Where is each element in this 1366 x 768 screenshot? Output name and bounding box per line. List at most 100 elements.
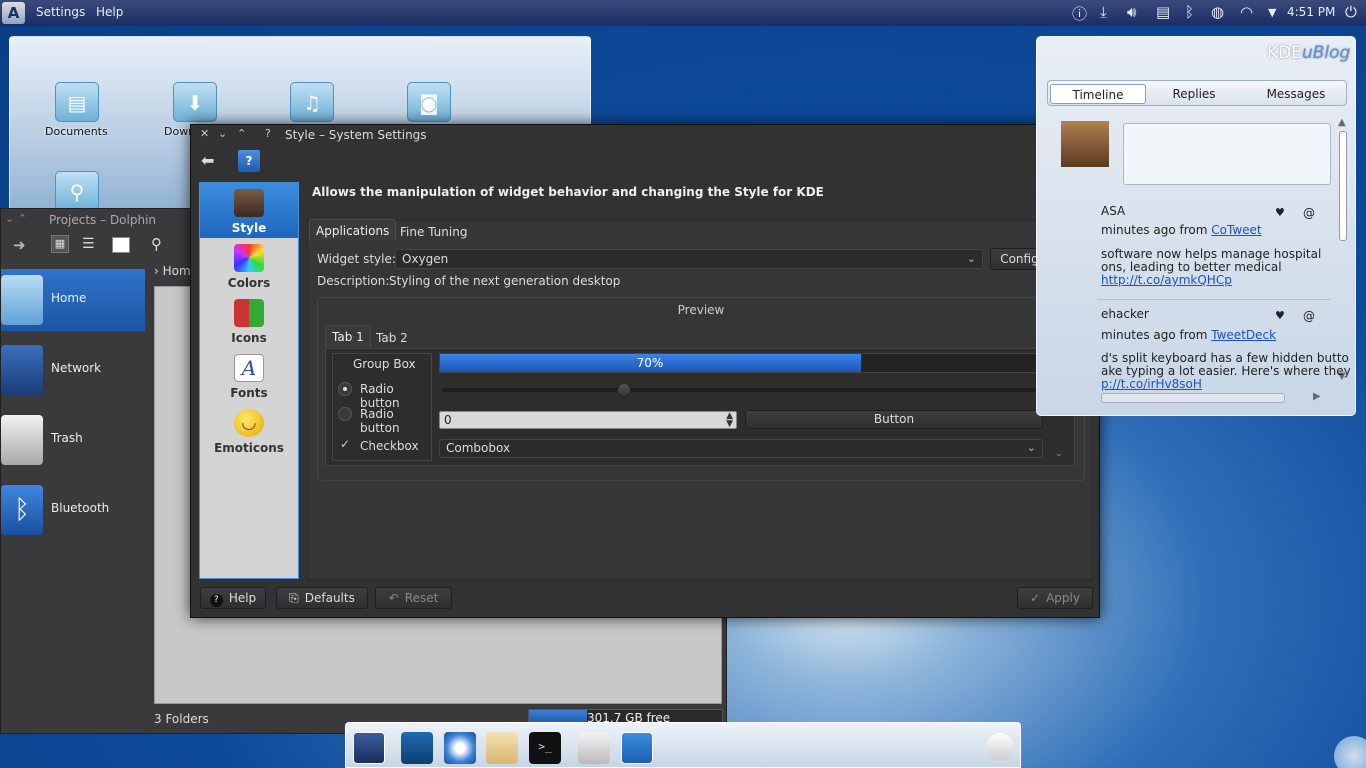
radio-unchecked[interactable]: [338, 407, 352, 421]
music-icon[interactable]: ♫: [290, 82, 334, 122]
tab-messages[interactable]: Messages: [1248, 84, 1344, 104]
microblog-scrollbar[interactable]: ▲ ▼: [1337, 117, 1349, 387]
menu-help[interactable]: Help: [96, 5, 123, 19]
help-button-icon[interactable]: ?: [238, 150, 260, 172]
wifi-icon[interactable]: ◠: [1240, 3, 1253, 21]
back-icon[interactable]: ⬅: [201, 151, 214, 170]
close-icon[interactable]: ✕: [200, 127, 209, 140]
microblog-widget: KDEuBlog Timeline Replies Messages ▲ ▼ A…: [1036, 36, 1356, 416]
preview-tab-page: Group Box Radio button Radio button ✓ Ch…: [325, 348, 1075, 466]
microblog-tabs: Timeline Replies Messages: [1047, 80, 1347, 106]
category-label: Emoticons: [214, 441, 284, 455]
category-fonts[interactable]: A Fonts: [200, 348, 298, 403]
compose-box[interactable]: [1123, 123, 1331, 185]
spin-arrows-icon[interactable]: ▲ ▼: [726, 412, 733, 429]
spinbox[interactable]: 0 ▲ ▼: [439, 411, 737, 429]
clipboard-icon[interactable]: ▤: [1156, 3, 1170, 21]
cashew-icon[interactable]: [1334, 736, 1366, 768]
scroll-handle[interactable]: [1339, 131, 1347, 241]
icons-view-icon[interactable]: ▦: [51, 235, 69, 253]
place-bluetooth[interactable]: ᛒ Bluetooth: [1, 479, 145, 541]
slider-track[interactable]: [442, 388, 1040, 392]
power-icon[interactable]: ⏻: [1345, 3, 1357, 21]
tab-applications[interactable]: Applications: [309, 219, 397, 241]
info-icon[interactable]: ⓘ: [1072, 3, 1087, 24]
kde-launcher-icon[interactable]: A: [2, 2, 25, 24]
search-icon[interactable]: ⚲: [151, 235, 162, 253]
camera-icon[interactable]: ◙: [407, 82, 451, 122]
heart-icon[interactable]: ♥: [1275, 206, 1285, 219]
window-controls[interactable]: ⌄ ⌃: [5, 212, 27, 225]
download-icon[interactable]: ⬇: [173, 82, 217, 122]
maximize-icon[interactable]: ⌃: [237, 127, 246, 140]
title-bar: ✕ ⌄ ⌃ ? Style – System Settings ✕: [191, 125, 1099, 145]
minimize-icon[interactable]: ⌄: [218, 127, 227, 140]
horizontal-scrollbar[interactable]: [1101, 393, 1285, 403]
scroll-down-icon[interactable]: ⌄: [1055, 449, 1063, 459]
reply-icon[interactable]: @: [1303, 309, 1315, 323]
split-view-icon[interactable]: [112, 237, 130, 253]
heart-icon[interactable]: ♥: [1275, 309, 1285, 322]
terminal-icon[interactable]: >_: [529, 732, 561, 764]
mail-app-icon[interactable]: [486, 732, 518, 764]
compass-app-icon[interactable]: [444, 732, 476, 764]
volume-icon[interactable]: 🔊︎: [1127, 3, 1136, 21]
scroll-right-icon[interactable]: ▶: [1313, 391, 1321, 402]
network-icon[interactable]: ◍: [1211, 3, 1224, 21]
bluetooth-icon[interactable]: ᛒ: [1185, 3, 1194, 21]
post-divider: [1097, 299, 1331, 300]
document-icon[interactable]: ▤: [55, 82, 99, 122]
preview-tab-1[interactable]: Tab 1: [325, 325, 371, 347]
checkbox-label: Checkbox: [360, 439, 419, 453]
help-button[interactable]: ? Help: [200, 587, 266, 609]
tab-replies[interactable]: Replies: [1146, 84, 1242, 104]
preview-button[interactable]: Button: [745, 410, 1043, 429]
post-link[interactable]: http://t.co/aymkQHCp: [1101, 273, 1232, 287]
defaults-button[interactable]: ⎘ Defaults: [276, 587, 368, 609]
place-trash[interactable]: Trash: [1, 409, 145, 471]
post-link[interactable]: p://t.co/irHv8soH: [1101, 377, 1202, 391]
details-view-icon[interactable]: ☰: [82, 236, 95, 252]
place-home[interactable]: Home: [1, 269, 145, 331]
place-label: Trash: [51, 431, 83, 445]
trash-icon[interactable]: [986, 733, 1014, 761]
pen-app-icon[interactable]: [353, 732, 385, 764]
widget-style-select[interactable]: Oxygen ⌄: [395, 249, 983, 269]
checkbox[interactable]: ✓: [340, 437, 350, 451]
editor-app-icon[interactable]: [578, 732, 610, 764]
brand-tail: uBlog: [1301, 43, 1351, 63]
tab-timeline[interactable]: Timeline: [1050, 84, 1146, 104]
scroll-up-icon[interactable]: ▲: [1338, 117, 1346, 128]
radio-label-2: Radio button: [360, 407, 400, 435]
breadcrumb[interactable]: › Hom: [154, 264, 191, 278]
preview-tab-2[interactable]: Tab 2: [370, 327, 414, 349]
tab-fine-tuning[interactable]: Fine Tuning: [394, 221, 473, 243]
category-style[interactable]: Style: [200, 183, 298, 238]
menu-settings[interactable]: Settings: [36, 5, 85, 19]
defaults-label: Defaults: [304, 591, 355, 605]
post-time: minutes ago from: [1101, 223, 1212, 237]
category-colors[interactable]: Colors: [200, 238, 298, 293]
clock[interactable]: 4:51 PM: [1287, 5, 1335, 19]
chevron-down-icon[interactable]: ▼: [1268, 6, 1276, 19]
radio-checked[interactable]: [338, 382, 352, 396]
reset-button[interactable]: ↶ Reset: [375, 587, 452, 609]
category-emoticons[interactable]: ◡ Emoticons: [200, 403, 298, 458]
preview-combobox[interactable]: Combobox ⌄: [439, 439, 1043, 458]
apply-button[interactable]: ✓ Apply: [1017, 587, 1093, 609]
settings-app-icon[interactable]: [621, 732, 653, 764]
page-header: Allows the manipulation of widget behavi…: [312, 185, 824, 199]
post-client-link[interactable]: CoTweet: [1211, 223, 1261, 237]
graph-app-icon[interactable]: [401, 732, 433, 764]
taskbar: >_: [345, 722, 1021, 768]
post-client-link[interactable]: TweetDeck: [1211, 328, 1276, 342]
group-box-title: Group Box: [353, 357, 416, 371]
compass-icon[interactable]: ⚲: [55, 171, 99, 211]
download-icon[interactable]: ⤓: [1100, 3, 1107, 21]
help-icon[interactable]: ?: [265, 127, 271, 140]
slider-handle[interactable]: [617, 383, 631, 397]
reply-icon[interactable]: @: [1303, 206, 1315, 220]
place-network[interactable]: Network: [1, 339, 145, 401]
forward-icon[interactable]: ➜: [13, 236, 26, 254]
category-icons[interactable]: Icons: [200, 293, 298, 348]
